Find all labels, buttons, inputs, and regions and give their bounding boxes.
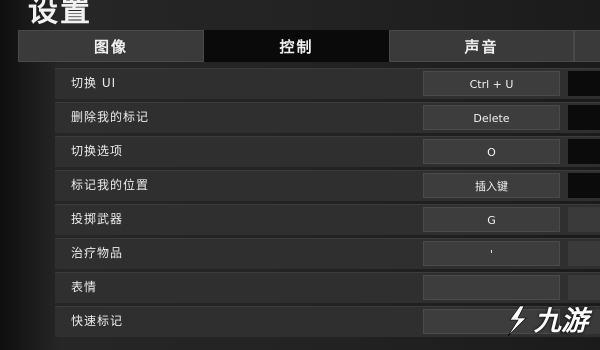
secondary-key-button[interactable] [568, 71, 600, 96]
primary-key-button[interactable]: Ctrl + U [423, 71, 560, 96]
keybinding-row: 切换 UI Ctrl + U [55, 68, 600, 99]
keybinding-label: 切换选项 [71, 144, 124, 158]
watermark-text: 九游 [534, 306, 588, 337]
keybinding-row: 切换选项 O [55, 136, 600, 167]
keybinding-label: 表情 [71, 280, 98, 294]
primary-key-button[interactable] [423, 275, 560, 300]
secondary-key-button[interactable] [568, 173, 600, 198]
secondary-key-button[interactable] [568, 275, 600, 300]
keybinding-label: 快速标记 [71, 314, 124, 328]
primary-key-button[interactable]: O [423, 139, 560, 164]
settings-tabs: 图像 控制 声音 [18, 30, 600, 62]
tab-more[interactable] [574, 30, 600, 62]
page-title: 设置 [28, 0, 92, 29]
primary-key-button[interactable]: G [423, 207, 560, 232]
keybinding-row: 投掷武器 G [55, 204, 600, 235]
primary-key-button[interactable]: ' [423, 241, 560, 266]
primary-key-button[interactable]: 插入键 [423, 173, 560, 198]
secondary-key-button[interactable] [568, 105, 600, 130]
keybinding-label: 治疗物品 [71, 246, 124, 260]
secondary-key-button[interactable] [568, 241, 600, 266]
tab-controls[interactable]: 控制 [204, 30, 389, 62]
keybinding-label: 删除我的标记 [71, 110, 150, 124]
keybinding-label: 切换 UI [71, 76, 117, 90]
keybinding-row: 治疗物品 ' [55, 238, 600, 269]
jiuyou-logo-icon [507, 305, 527, 337]
keybinding-label: 投掷武器 [71, 212, 124, 226]
keybinding-row: 删除我的标记 Delete [55, 102, 600, 133]
tab-graphics[interactable]: 图像 [18, 30, 204, 62]
secondary-key-button[interactable] [568, 207, 600, 232]
keybinding-row: 表情 [55, 272, 600, 303]
secondary-key-button[interactable] [568, 139, 600, 164]
tab-sound[interactable]: 声音 [389, 30, 574, 62]
keybinding-label: 标记我的位置 [71, 178, 150, 192]
keybinding-row: 标记我的位置 插入键 [55, 170, 600, 201]
primary-key-button[interactable]: Delete [423, 105, 560, 130]
watermark: 九游 [502, 302, 597, 342]
